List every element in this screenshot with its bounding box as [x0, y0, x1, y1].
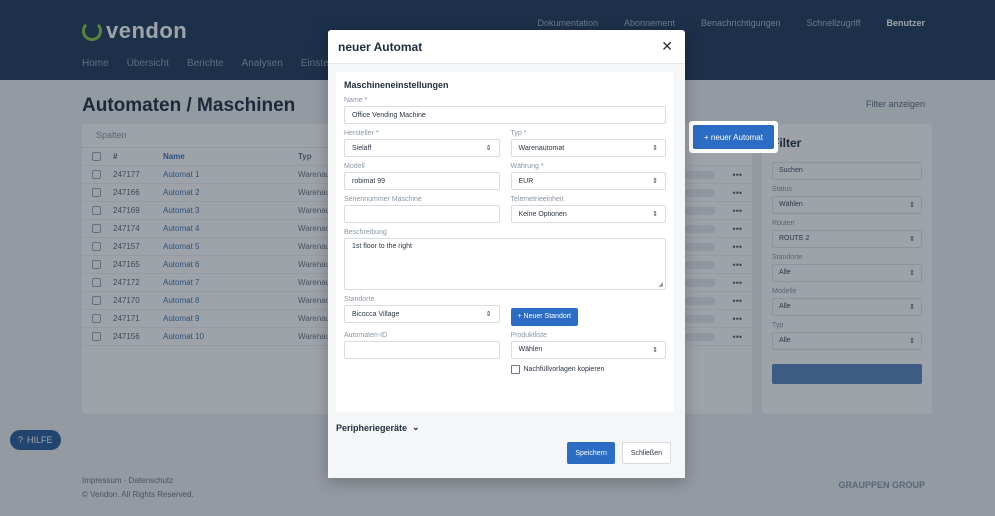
- machine-id-group: Automaten-ID: [344, 331, 500, 374]
- dialog-body: Maschineneinstellungen Name * Office Ven…: [328, 64, 685, 478]
- close-icon[interactable]: ✕: [661, 38, 673, 55]
- name-input[interactable]: Office Vending Machine: [344, 106, 666, 124]
- currency-value: EUR: [518, 177, 534, 185]
- machine-id-label: Automaten-ID: [344, 331, 388, 339]
- manufacturer-label: Hersteller *: [344, 130, 379, 137]
- select-arrows-icon: ⇕: [652, 211, 658, 218]
- machine-settings-section: Maschineneinstellungen Name * Office Ven…: [336, 72, 674, 412]
- new-machine-dialog: neuer Automat ✕ Maschineneinstellungen N…: [328, 30, 685, 478]
- copy-templates-option[interactable]: Nachfüllvorlagen kopieren: [510, 364, 667, 374]
- name-label: Name *: [344, 97, 368, 104]
- new-location-spacer: [511, 295, 667, 305]
- serial-group: Seriennummer Maschine: [344, 195, 500, 223]
- location-select[interactable]: Bicocca Village ⇕: [344, 305, 500, 323]
- telemetry-value: Keine Optionen: [518, 210, 567, 218]
- select-arrows-icon: ⇕: [485, 311, 492, 318]
- location-label: Standorte: [344, 296, 375, 303]
- product-list-group: Produktliste Wählen ⇕ Nachfüllvorlagen k…: [510, 331, 667, 374]
- row-machine-id-products: Automaten-ID Produktliste Wählen ⇕ Nachf…: [344, 331, 666, 374]
- peripherals-label: Peripheriegeräte: [336, 422, 408, 433]
- currency-select[interactable]: EUR ⇕: [510, 172, 666, 190]
- description-value: 1st floor to the right: [352, 243, 412, 250]
- copy-templates-checkbox[interactable]: [510, 364, 520, 374]
- type-group: Typ * Warenautomat ⇕: [510, 129, 666, 157]
- section-title: Maschineneinstellungen: [344, 80, 449, 90]
- select-arrows-icon: ⇕: [652, 145, 658, 152]
- telemetry-label: Telemetrieeinheit: [510, 196, 564, 203]
- dialog-header: neuer Automat ✕: [328, 30, 685, 64]
- new-machine-button[interactable]: + neuer Automat: [693, 125, 774, 149]
- type-label: Typ *: [510, 130, 527, 137]
- product-list-select[interactable]: Wählen ⇕: [510, 340, 666, 359]
- dialog-footer-buttons: Speichern Schließen: [567, 442, 671, 464]
- manufacturer-select[interactable]: Sielaff ⇕: [344, 139, 500, 157]
- machine-id-input[interactable]: [344, 340, 500, 359]
- row-serial-telemetry: Seriennummer Maschine Telemetrieeinheit …: [344, 195, 666, 223]
- model-value: robimat 99: [352, 177, 386, 185]
- currency-group: Währung * EUR ⇕: [510, 162, 666, 190]
- resize-handle-icon[interactable]: ◢: [658, 281, 663, 288]
- dialog-title: neuer Automat: [338, 39, 423, 54]
- peripherals-toggle[interactable]: Peripheriegeräte ⌄: [336, 422, 675, 433]
- select-arrows-icon: ⇕: [485, 145, 492, 152]
- save-button[interactable]: Speichern: [567, 442, 615, 464]
- new-location-label: + Neuer Standort: [517, 313, 572, 320]
- save-button-label: Speichern: [575, 449, 607, 457]
- copy-templates-label: Nachfüllvorlagen kopieren: [523, 365, 605, 373]
- currency-label: Währung *: [510, 163, 544, 170]
- product-list-label: Produktliste: [510, 331, 548, 339]
- row-manufacturer-type: Hersteller * Sielaff ⇕ Typ * Warenautoma…: [344, 129, 666, 157]
- model-input[interactable]: robimat 99: [344, 172, 500, 190]
- model-label: Modell: [344, 163, 365, 170]
- manufacturer-value: Sielaff: [352, 144, 372, 152]
- product-list-value: Wählen: [518, 346, 543, 353]
- telemetry-select[interactable]: Keine Optionen ⇕: [510, 205, 666, 223]
- serial-input[interactable]: [344, 205, 500, 223]
- telemetry-group: Telemetrieeinheit Keine Optionen ⇕: [510, 195, 666, 223]
- model-group: Modell robimat 99: [344, 162, 500, 190]
- type-select[interactable]: Warenautomat ⇕: [510, 139, 666, 157]
- new-machine-button-highlight: + neuer Automat: [689, 121, 778, 153]
- close-button[interactable]: Schließen: [621, 442, 671, 464]
- row-model-currency: Modell robimat 99 Währung * EUR ⇕: [344, 162, 666, 190]
- manufacturer-group: Hersteller * Sielaff ⇕: [344, 129, 500, 157]
- description-label: Beschreibung: [344, 229, 387, 236]
- close-button-label: Schließen: [630, 449, 662, 457]
- select-arrows-icon: ⇕: [652, 178, 658, 185]
- serial-label: Seriennummer Maschine: [344, 196, 422, 203]
- new-location-button[interactable]: + Neuer Standort: [510, 307, 579, 326]
- chevron-down-icon: ⌄: [412, 422, 420, 432]
- description-textarea[interactable]: 1st floor to the right ◢: [344, 238, 666, 290]
- location-value: Bicocca Village: [352, 310, 400, 318]
- new-machine-button-label: + neuer Automat: [704, 132, 763, 142]
- new-location-group: + Neuer Standort: [510, 295, 667, 326]
- name-value: Office Vending Machine: [352, 111, 426, 119]
- select-arrows-icon: ⇕: [652, 346, 658, 354]
- type-value: Warenautomat: [518, 144, 565, 152]
- row-location: Standorte Bicocca Village ⇕ + Neuer Stan…: [344, 295, 666, 326]
- location-group: Standorte Bicocca Village ⇕: [344, 295, 500, 326]
